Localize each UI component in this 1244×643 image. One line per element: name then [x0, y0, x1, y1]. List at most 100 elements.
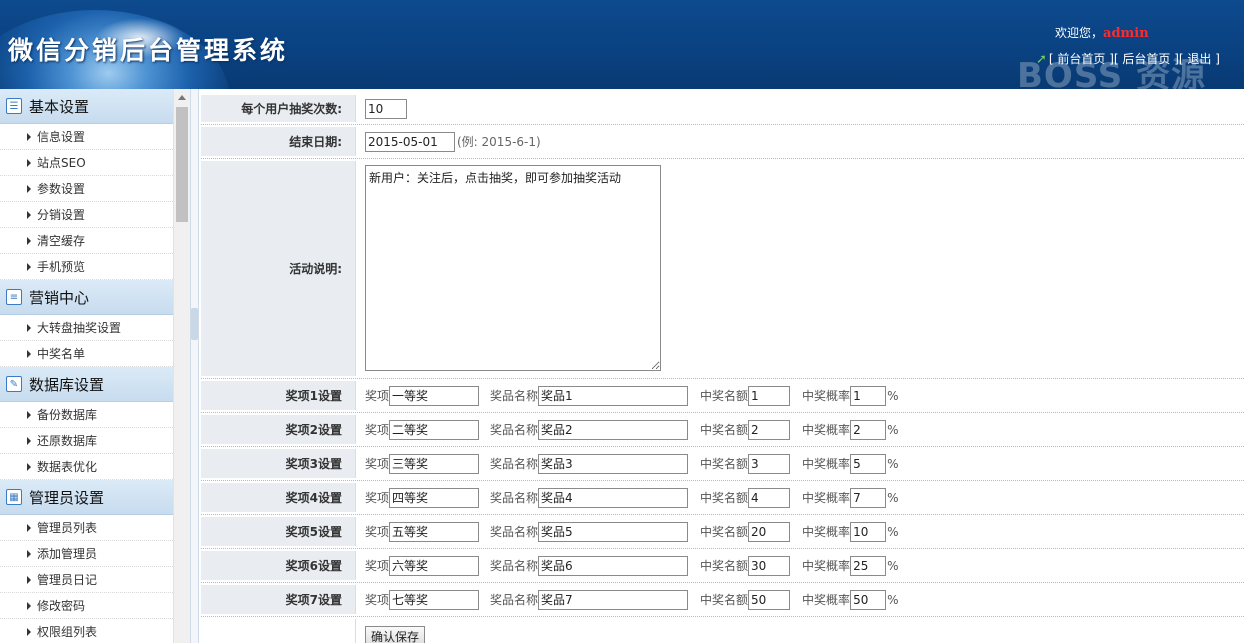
- triangle-right-icon: [27, 262, 31, 271]
- draw-count-input[interactable]: [365, 98, 407, 119]
- rate-label: 中奖概率: [802, 491, 851, 505]
- sidebar-item-label: 大转盘抽奖设置: [37, 321, 122, 335]
- rate-label: 中奖概率: [802, 457, 851, 471]
- link-frontend-home[interactable]: [ 前台首页 ]: [1049, 52, 1114, 66]
- sidebar-item-mobile-preview[interactable]: 手机预览: [0, 254, 173, 280]
- sidebar-item-info[interactable]: 信息设置: [0, 124, 173, 150]
- form-row-prize-1: 奖项1设置 奖项 奖品名称 中奖名额 中奖概率%: [201, 379, 1244, 413]
- rate-input[interactable]: [850, 521, 887, 542]
- sidebar-item-change-password[interactable]: 修改密码: [0, 593, 173, 619]
- sidebar-section-basic[interactable]: ☰ 基本设置: [0, 89, 173, 124]
- prize-input[interactable]: [389, 589, 480, 610]
- sidebar-item-admin-log[interactable]: 管理员日记: [0, 567, 173, 593]
- prize-label: 奖项: [365, 525, 390, 539]
- rate-label: 中奖概率: [802, 389, 851, 403]
- sidebar-section-marketing[interactable]: ≡ 营销中心: [0, 280, 173, 315]
- count-input[interactable]: [748, 589, 791, 610]
- field-label: 奖项3设置: [201, 449, 356, 478]
- prize-input[interactable]: [389, 419, 480, 440]
- prize-name-input[interactable]: [538, 419, 689, 440]
- percent-sign: %: [887, 592, 899, 607]
- percent-sign: %: [887, 422, 899, 437]
- percent-sign: %: [887, 524, 899, 539]
- sidebar-item-optimize-tables[interactable]: 数据表优化: [0, 454, 173, 480]
- count-label: 中奖名额: [700, 559, 749, 573]
- sidebar-item-restore-db[interactable]: 还原数据库: [0, 428, 173, 454]
- count-input[interactable]: [748, 555, 791, 576]
- field-label: 奖项5设置: [201, 517, 356, 546]
- description-textarea[interactable]: 新用户：关注后，点击抽奖，即可参加抽奖活动: [365, 165, 661, 371]
- rate-input[interactable]: [850, 589, 887, 610]
- sidebar-item-lottery-settings[interactable]: 大转盘抽奖设置: [0, 315, 173, 341]
- sidebar-item-seo[interactable]: 站点SEO: [0, 150, 173, 176]
- triangle-right-icon: [27, 132, 31, 141]
- link-logout[interactable]: [ 退出 ]: [1179, 52, 1220, 66]
- field-label: 每个用户抽奖次数:: [201, 95, 356, 122]
- count-input[interactable]: [748, 487, 791, 508]
- form-row-prize-4: 奖项4设置 奖项 奖品名称 中奖名额 中奖概率%: [201, 481, 1244, 515]
- prize-input[interactable]: [389, 385, 480, 406]
- rate-input[interactable]: [850, 453, 887, 474]
- rate-input[interactable]: [850, 419, 887, 440]
- header-banner: 微信分销后台管理系统 BOSS 资源 欢迎您，admin ➚[ 前台首页 ][ …: [0, 0, 1244, 89]
- rate-input[interactable]: [850, 487, 887, 508]
- settings-form: 每个用户抽奖次数: 结束日期: (例: 2015-6-1) 活动说明: 新用户：…: [201, 89, 1244, 643]
- sidebar-item-label: 管理员日记: [37, 573, 98, 587]
- sidebar-item-label: 添加管理员: [37, 547, 98, 561]
- count-input[interactable]: [748, 419, 791, 440]
- sidebar-item-distribution[interactable]: 分销设置: [0, 202, 173, 228]
- date-hint: (例: 2015-6-1): [457, 135, 541, 149]
- sidebar-item-backup-db[interactable]: 备份数据库: [0, 402, 173, 428]
- form-row-submit: 确认保存: [201, 617, 1244, 643]
- prize-name-input[interactable]: [538, 521, 689, 542]
- rate-input[interactable]: [850, 385, 887, 406]
- arrow-icon: ➚: [1036, 52, 1047, 67]
- triangle-right-icon: [27, 627, 31, 636]
- prize-name-input[interactable]: [538, 487, 689, 508]
- scroll-up-arrow-icon[interactable]: [178, 95, 186, 100]
- sidebar-scrollbar[interactable]: [173, 89, 190, 643]
- prize-name-label: 奖品名称: [490, 559, 539, 573]
- count-label: 中奖名额: [700, 423, 749, 437]
- sidebar-item-admin-list[interactable]: 管理员列表: [0, 515, 173, 541]
- percent-sign: %: [887, 388, 899, 403]
- scroll-thumb[interactable]: [176, 107, 188, 222]
- prize-name-label: 奖品名称: [490, 457, 539, 471]
- count-label: 中奖名额: [700, 525, 749, 539]
- prize-name-input[interactable]: [538, 555, 689, 576]
- prize-name-input[interactable]: [538, 385, 689, 406]
- sidebar-divider: [190, 89, 199, 643]
- section-title: 数据库设置: [29, 375, 105, 394]
- form-row-description: 活动说明: 新用户：关注后，点击抽奖，即可参加抽奖活动: [201, 159, 1244, 379]
- triangle-right-icon: [27, 462, 31, 471]
- rate-label: 中奖概率: [802, 525, 851, 539]
- section-title: 基本设置: [29, 97, 90, 116]
- sidebar-section-database[interactable]: ✎ 数据库设置: [0, 367, 173, 402]
- percent-sign: %: [887, 456, 899, 471]
- prize-name-input[interactable]: [538, 453, 689, 474]
- count-input[interactable]: [748, 521, 791, 542]
- sidebar-item-permission-groups[interactable]: 权限组列表: [0, 619, 173, 643]
- prize-input[interactable]: [389, 555, 480, 576]
- sidebar-item-add-admin[interactable]: 添加管理员: [0, 541, 173, 567]
- rate-input[interactable]: [850, 555, 887, 576]
- link-backend-home[interactable]: [ 后台首页 ]: [1114, 52, 1179, 66]
- prize-input[interactable]: [389, 453, 480, 474]
- sidebar-item-clear-cache[interactable]: 清空缓存: [0, 228, 173, 254]
- count-input[interactable]: [748, 385, 791, 406]
- end-date-input[interactable]: [365, 131, 455, 152]
- sidebar-item-params[interactable]: 参数设置: [0, 176, 173, 202]
- prize-input[interactable]: [389, 487, 480, 508]
- prize-label: 奖项: [365, 423, 390, 437]
- prize-label: 奖项: [365, 491, 390, 505]
- sidebar-item-winners[interactable]: 中奖名单: [0, 341, 173, 367]
- prize-input[interactable]: [389, 521, 480, 542]
- sidebar-item-label: 还原数据库: [37, 434, 98, 448]
- field-label: 奖项2设置: [201, 415, 356, 444]
- collapse-handle[interactable]: [191, 308, 198, 340]
- sidebar-section-admin[interactable]: ▦ 管理员设置: [0, 480, 173, 515]
- prize-name-label: 奖品名称: [490, 423, 539, 437]
- prize-name-input[interactable]: [538, 589, 689, 610]
- count-input[interactable]: [748, 453, 791, 474]
- save-button[interactable]: 确认保存: [365, 626, 426, 643]
